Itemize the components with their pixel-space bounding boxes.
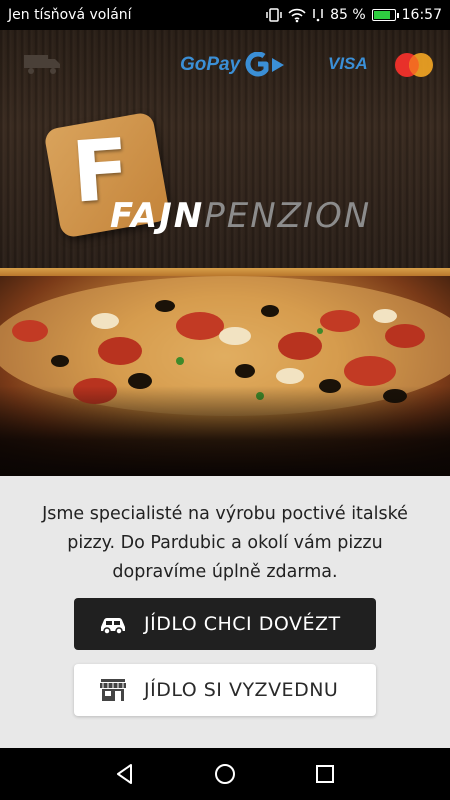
brand-name: FAJNPENZION bbox=[110, 196, 371, 236]
pizza-image bbox=[0, 276, 450, 476]
header-divider bbox=[0, 268, 450, 276]
car-icon bbox=[101, 618, 125, 635]
visa-logo: VISA bbox=[328, 54, 368, 73]
status-icons: 85 % 16:57 bbox=[266, 7, 442, 23]
carrier-status-text: Jen tísňová volání bbox=[8, 7, 132, 23]
status-bar: Jen tísňová volání 85 % 16:57 bbox=[0, 0, 450, 30]
mastercard-icon bbox=[395, 53, 433, 77]
pizza-image-shade bbox=[0, 386, 450, 476]
brand-name-part1: FAJN bbox=[110, 196, 205, 236]
home-icon[interactable] bbox=[213, 762, 237, 786]
system-nav-bar bbox=[0, 748, 450, 800]
delivery-button-label: JÍDLO CHCI DOVÉZT bbox=[144, 613, 341, 635]
pickup-button[interactable]: JÍDLO SI VYZVEDNU bbox=[74, 664, 376, 716]
intro-text: Jsme specialisté na výrobu poctivé itals… bbox=[42, 504, 408, 582]
vibrate-icon bbox=[266, 8, 282, 22]
battery-icon bbox=[371, 9, 399, 21]
store-icon bbox=[100, 679, 126, 701]
delivery-truck-icon bbox=[24, 55, 60, 74]
pickup-button-label: JÍDLO SI VYZVEDNU bbox=[144, 679, 339, 701]
back-icon[interactable] bbox=[113, 762, 137, 786]
gopay-text: GoPay bbox=[180, 54, 241, 75]
signal-alert-icon bbox=[313, 9, 323, 22]
gopay-g-icon bbox=[245, 52, 285, 77]
clock: 16:57 bbox=[401, 7, 442, 23]
brand-name-part2: PENZION bbox=[204, 196, 372, 236]
recents-icon[interactable] bbox=[313, 762, 337, 786]
gopay-logo: GoPay bbox=[180, 52, 288, 78]
wifi-icon bbox=[288, 8, 306, 23]
battery-level bbox=[373, 11, 390, 19]
battery-percent: 85 % bbox=[330, 7, 366, 23]
delivery-button[interactable]: JÍDLO CHCI DOVÉZT bbox=[74, 598, 376, 650]
